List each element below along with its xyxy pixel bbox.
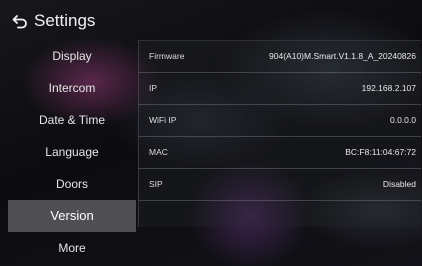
info-row-ip: IP 192.168.2.107	[139, 73, 421, 105]
info-value: BC:F8:11:04:67:72	[345, 147, 416, 157]
info-row-sip: SIP Disabled	[139, 169, 421, 201]
info-label: SIP	[149, 179, 163, 189]
sidebar-item-language[interactable]: Language	[8, 136, 136, 168]
info-label: Firmware	[149, 51, 185, 61]
header: Settings	[0, 0, 422, 40]
info-label: MAC	[149, 147, 168, 157]
settings-sidebar: Display Intercom Date & Time Language Do…	[8, 40, 136, 264]
back-arrow-icon[interactable]	[12, 13, 28, 29]
info-value: Disabled	[382, 179, 416, 189]
info-label: IP	[149, 83, 158, 93]
info-value: 0.0.0.0	[390, 115, 416, 125]
settings-screen: Settings Display Intercom Date & Time La…	[0, 0, 422, 266]
sidebar-item-more[interactable]: More	[8, 232, 136, 264]
info-value: 904(A10)M.Smart.V1.1.8_A_20240826	[269, 51, 416, 61]
info-row-mac: MAC BC:F8:11:04:67:72	[139, 137, 421, 169]
sidebar-item-intercom[interactable]: Intercom	[8, 72, 136, 104]
sidebar-item-doors[interactable]: Doors	[8, 168, 136, 200]
page-title: Settings	[34, 11, 96, 30]
sidebar-item-date-time[interactable]: Date & Time	[8, 104, 136, 136]
info-row-wifi-ip: WiFi IP 0.0.0.0	[139, 105, 421, 137]
version-info-panel: Firmware 904(A10)M.Smart.V1.1.8_A_202408…	[138, 40, 421, 227]
info-value: 192.168.2.107	[361, 83, 416, 93]
sidebar-item-version[interactable]: Version	[8, 200, 136, 232]
sidebar-item-display[interactable]: Display	[8, 40, 136, 72]
info-label: WiFi IP	[149, 115, 177, 125]
info-row-firmware: Firmware 904(A10)M.Smart.V1.1.8_A_202408…	[139, 41, 421, 73]
